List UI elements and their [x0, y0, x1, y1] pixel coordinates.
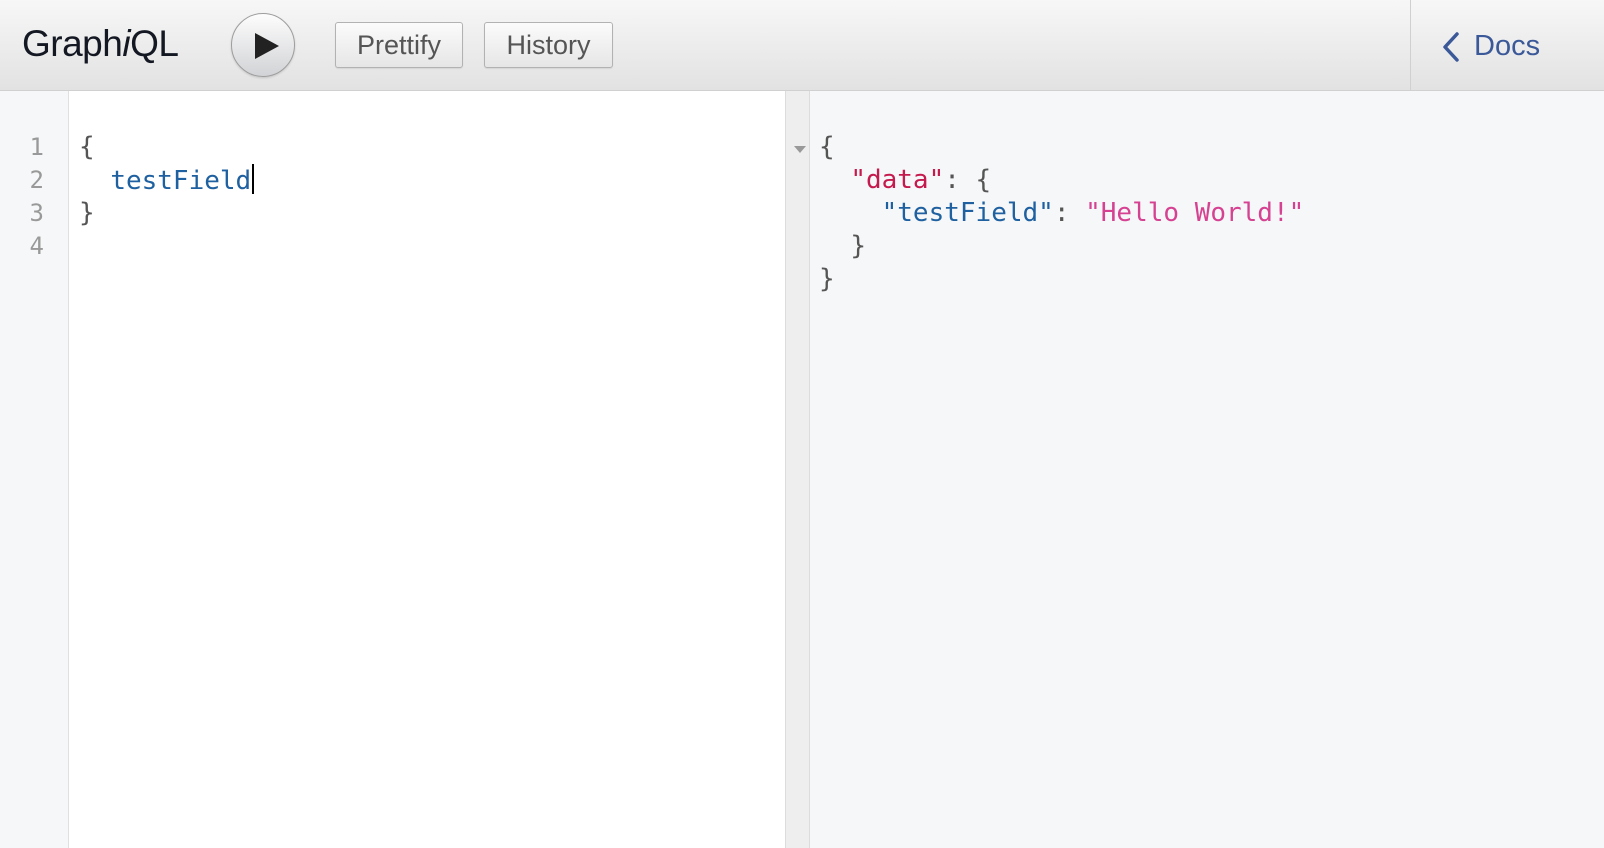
play-icon	[255, 33, 279, 59]
toolbar: GraphiQL Prettify History Docs	[0, 0, 1604, 91]
line-number-3: 3	[29, 199, 44, 227]
result-line-3: "testField": "Hello World!"	[819, 197, 1305, 230]
text-cursor	[252, 164, 255, 194]
title-suffix: QL	[130, 23, 179, 64]
result-test-value: "Hello World!"	[1085, 198, 1305, 228]
result-line-5: }	[819, 264, 835, 294]
query-line-3: }	[79, 198, 95, 228]
query-line-1: {	[79, 132, 95, 162]
line-number-1: 1	[29, 133, 44, 161]
result-data-sep: : {	[944, 165, 992, 195]
title-prefix: Graph	[22, 23, 123, 64]
chevron-left-icon	[1443, 32, 1459, 62]
line-number-gutter: 1 2 3 4	[0, 91, 69, 848]
result-line-4: }	[819, 230, 866, 263]
fold-triangle-icon[interactable]	[793, 145, 807, 155]
editor-divider[interactable]	[785, 91, 810, 848]
result-test-key: "testField"	[881, 198, 1054, 228]
line-number-4: 4	[29, 232, 44, 260]
prettify-button[interactable]: Prettify	[335, 22, 463, 68]
query-line-2: testField	[79, 164, 255, 198]
result-data-key: "data"	[850, 165, 945, 195]
app-title: GraphiQL	[22, 22, 179, 66]
docs-label: Docs	[1474, 30, 1541, 62]
execute-query-button[interactable]	[231, 13, 295, 77]
query-editor[interactable]: 1 2 3 4	[0, 91, 785, 848]
history-button[interactable]: History	[484, 22, 613, 68]
result-test-sep: :	[1053, 198, 1086, 228]
result-inner-close: }	[850, 231, 866, 261]
query-field: testField	[110, 166, 252, 196]
line-number-2: 2	[29, 166, 44, 194]
graphiql-app: GraphiQL Prettify History Docs 1 2 3 4 {…	[0, 0, 1604, 848]
docs-area: Docs	[1410, 0, 1604, 90]
result-line-1: {	[819, 132, 835, 162]
result-line-2: "data": {	[819, 164, 991, 197]
title-italic: i	[122, 23, 131, 64]
